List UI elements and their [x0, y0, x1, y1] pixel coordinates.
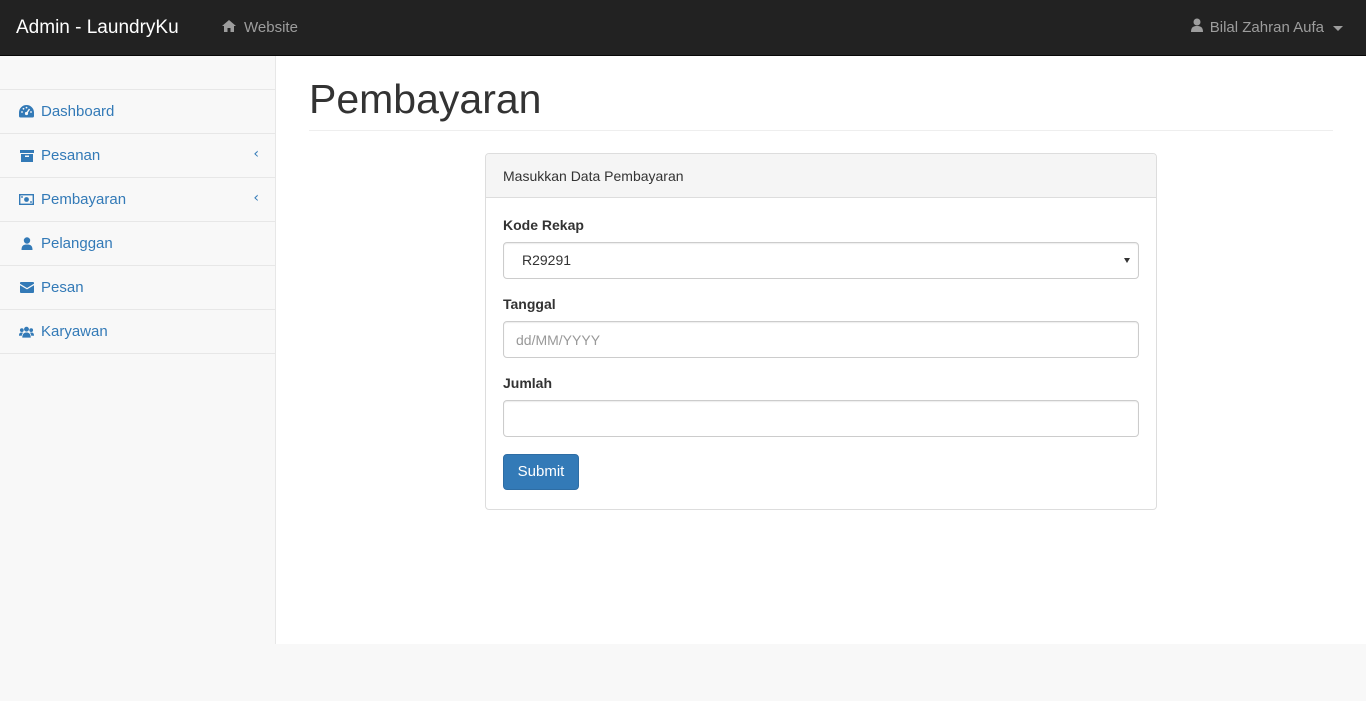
jumlah-group: Jumlah	[503, 373, 1139, 437]
money-icon	[19, 193, 34, 207]
panel-body: Kode Rekap R29291 Tanggal Jumlah Submit	[486, 198, 1156, 507]
user-icon	[19, 237, 34, 251]
sidebar-item-dashboard[interactable]: Dashboard	[0, 90, 275, 134]
tanggal-input[interactable]	[503, 321, 1139, 358]
sidebar-item-label: Karyawan	[41, 323, 108, 340]
users-icon	[19, 325, 34, 339]
page-title: Pembayaran	[309, 76, 542, 122]
sidebar-item-label: Pesanan	[41, 147, 101, 164]
kode-rekap-selected-value: R29291	[522, 252, 572, 268]
sidebar-item-pembayaran[interactable]: Pembayaran ‹	[0, 178, 275, 222]
sidebar-item-karyawan[interactable]: Karyawan	[0, 310, 275, 354]
sidebar-item-label: Pesan	[41, 279, 84, 296]
top-navbar: Admin - LaundryKu Website Bilal Zahran A…	[0, 0, 1366, 56]
chevron-left-icon: ‹	[253, 190, 259, 206]
panel-heading: Masukkan Data Pembayaran	[486, 154, 1156, 198]
page-header: Pembayaran	[309, 77, 1333, 131]
kode-rekap-group: Kode Rekap R29291	[503, 215, 1139, 279]
sidebar-item-pelanggan[interactable]: Pelanggan	[0, 222, 275, 266]
select-arrow-icon	[1124, 258, 1130, 263]
jumlah-input[interactable]	[503, 400, 1139, 437]
submit-button[interactable]: Submit	[503, 454, 579, 490]
caret-down-icon	[1333, 25, 1343, 31]
kode-rekap-label: Kode Rekap	[503, 217, 584, 233]
user-menu-toggle[interactable]: Bilal Zahran Aufa	[1190, 18, 1343, 38]
dashboard-icon	[19, 105, 34, 119]
kode-rekap-select[interactable]: R29291	[503, 242, 1139, 279]
sidebar: Dashboard Pesanan ‹ Pembayaran ‹ Pelangg…	[0, 56, 276, 644]
sidebar-item-label: Pelanggan	[41, 235, 113, 252]
user-icon	[1190, 18, 1203, 38]
main-content: Pembayaran Masukkan Data Pembayaran Kode…	[276, 56, 1366, 644]
jumlah-label: Jumlah	[503, 375, 553, 391]
tanggal-group: Tanggal	[503, 294, 1139, 358]
tanggal-label: Tanggal	[503, 296, 556, 312]
website-label: Website	[244, 19, 298, 36]
archive-icon	[19, 149, 34, 163]
payment-form-panel: Masukkan Data Pembayaran Kode Rekap R292…	[485, 153, 1157, 510]
sidebar-menu: Dashboard Pesanan ‹ Pembayaran ‹ Pelangg…	[0, 89, 275, 354]
chevron-left-icon: ‹	[253, 146, 259, 162]
sidebar-item-label: Pembayaran	[41, 191, 127, 208]
sidebar-item-pesan[interactable]: Pesan	[0, 266, 275, 310]
home-icon	[222, 18, 236, 38]
website-link[interactable]: Website	[222, 18, 298, 38]
brand-link[interactable]: Admin - LaundryKu	[16, 16, 179, 40]
user-name: Bilal Zahran Aufa	[1209, 19, 1324, 36]
sidebar-item-pesanan[interactable]: Pesanan ‹	[0, 134, 275, 178]
envelope-icon	[19, 281, 34, 295]
sidebar-item-label: Dashboard	[41, 103, 115, 120]
